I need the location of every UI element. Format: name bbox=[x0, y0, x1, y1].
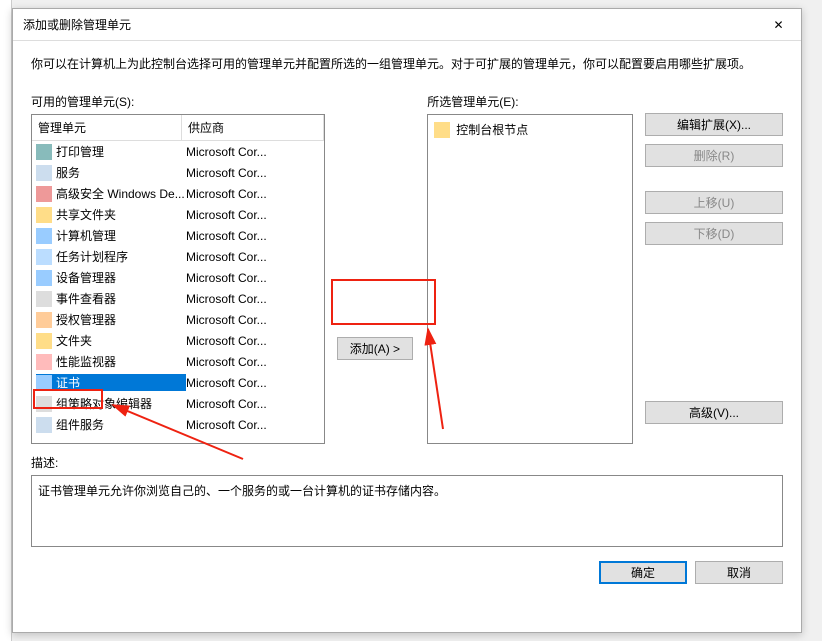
dialog-content: 你可以在计算机上为此控制台选择可用的管理单元并配置所选的一组管理单元。对于可扩展… bbox=[13, 41, 801, 596]
snapin-name: 服务 bbox=[56, 164, 80, 181]
snapin-icon bbox=[36, 249, 52, 265]
cancel-button[interactable]: 取消 bbox=[695, 561, 783, 584]
snapin-icon bbox=[36, 396, 52, 412]
ok-button[interactable]: 确定 bbox=[599, 561, 687, 584]
remove-button[interactable]: 删除(R) bbox=[645, 144, 783, 167]
snapin-name: 性能监视器 bbox=[56, 353, 116, 370]
move-up-button[interactable]: 上移(U) bbox=[645, 191, 783, 214]
description-box: 证书管理单元允许你浏览自己的、一个服务的或一台计算机的证书存储内容。 bbox=[31, 475, 783, 547]
move-down-button[interactable]: 下移(D) bbox=[645, 222, 783, 245]
list-item[interactable]: 授权管理器 Microsoft Cor... bbox=[32, 309, 324, 330]
snapin-icon bbox=[36, 354, 52, 370]
list-item[interactable]: 组件服务 Microsoft Cor... bbox=[32, 414, 324, 435]
list-item[interactable]: 打印管理 Microsoft Cor... bbox=[32, 141, 324, 162]
snapin-name: 高级安全 Windows De... bbox=[56, 185, 185, 202]
snapin-icon bbox=[36, 417, 52, 433]
snapin-icon bbox=[36, 207, 52, 223]
snapin-name: 共享文件夹 bbox=[56, 206, 116, 223]
snapin-vendor: Microsoft Cor... bbox=[186, 229, 324, 243]
snapin-icon bbox=[36, 144, 52, 160]
snapin-vendor: Microsoft Cor... bbox=[186, 355, 324, 369]
snapin-icon bbox=[36, 186, 52, 202]
snapin-vendor: Microsoft Cor... bbox=[186, 418, 324, 432]
snapin-name: 事件查看器 bbox=[56, 290, 116, 307]
list-item[interactable]: 性能监视器 Microsoft Cor... bbox=[32, 351, 324, 372]
snapin-vendor: Microsoft Cor... bbox=[186, 376, 324, 390]
close-icon: ✕ bbox=[773, 18, 783, 32]
selected-label: 所选管理单元(E): bbox=[427, 93, 633, 110]
close-button[interactable]: ✕ bbox=[756, 10, 801, 40]
snapin-name: 设备管理器 bbox=[56, 269, 116, 286]
list-item[interactable]: 组策略对象编辑器 Microsoft Cor... bbox=[32, 393, 324, 414]
list-rows[interactable]: 打印管理Microsoft Cor...服务Microsoft Cor...高级… bbox=[32, 141, 324, 444]
snapin-name: 证书 bbox=[56, 374, 80, 391]
snapin-vendor: Microsoft Cor... bbox=[186, 250, 324, 264]
col-header-vendor[interactable]: 供应商 bbox=[182, 115, 324, 140]
snapin-name: 打印管理 bbox=[56, 143, 104, 160]
edit-extensions-button[interactable]: 编辑扩展(X)... bbox=[645, 113, 783, 136]
tree-root-item[interactable]: 控制台根节点 bbox=[432, 119, 628, 140]
available-label: 可用的管理单元(S): bbox=[31, 93, 325, 110]
snapin-icon bbox=[36, 333, 52, 349]
list-item[interactable]: 事件查看器 Microsoft Cor... bbox=[32, 288, 324, 309]
selected-snapins-tree[interactable]: 控制台根节点 bbox=[427, 114, 633, 444]
snapin-vendor: Microsoft Cor... bbox=[186, 271, 324, 285]
snapin-name: 文件夹 bbox=[56, 332, 92, 349]
folder-icon bbox=[434, 122, 450, 138]
description-label: 描述: bbox=[31, 454, 783, 471]
add-button[interactable]: 添加(A) > bbox=[337, 337, 413, 360]
tree-root-label: 控制台根节点 bbox=[456, 121, 528, 138]
list-item[interactable]: 证书 Microsoft Cor... bbox=[32, 372, 324, 393]
snapin-vendor: Microsoft Cor... bbox=[186, 208, 324, 222]
snapin-icon bbox=[36, 165, 52, 181]
snapin-vendor: Microsoft Cor... bbox=[186, 334, 324, 348]
list-item[interactable]: 服务 Microsoft Cor... bbox=[32, 162, 324, 183]
snapin-name: 组策略对象编辑器 bbox=[56, 395, 152, 412]
list-item[interactable]: 任务计划程序 Microsoft Cor... bbox=[32, 246, 324, 267]
col-header-name[interactable]: 管理单元 bbox=[32, 115, 182, 140]
description-text: 证书管理单元允许你浏览自己的、一个服务的或一台计算机的证书存储内容。 bbox=[38, 484, 446, 498]
snapin-icon bbox=[36, 270, 52, 286]
snapin-vendor: Microsoft Cor... bbox=[186, 166, 324, 180]
snapin-icon bbox=[36, 228, 52, 244]
list-item[interactable]: 计算机管理 Microsoft Cor... bbox=[32, 225, 324, 246]
snapin-icon bbox=[36, 375, 52, 391]
snapin-name: 组件服务 bbox=[56, 416, 104, 433]
list-item[interactable]: 共享文件夹 Microsoft Cor... bbox=[32, 204, 324, 225]
snapin-vendor: Microsoft Cor... bbox=[186, 292, 324, 306]
snapin-icon bbox=[36, 291, 52, 307]
list-item[interactable]: 文件夹 Microsoft Cor... bbox=[32, 330, 324, 351]
snapin-vendor: Microsoft Cor... bbox=[186, 313, 324, 327]
list-header: 管理单元 供应商 bbox=[32, 115, 324, 141]
snapin-vendor: Microsoft Cor... bbox=[186, 397, 324, 411]
snapin-vendor: Microsoft Cor... bbox=[186, 145, 324, 159]
dialog-title: 添加或删除管理单元 bbox=[23, 16, 131, 33]
snapin-vendor: Microsoft Cor... bbox=[186, 187, 324, 201]
titlebar: 添加或删除管理单元 ✕ bbox=[13, 9, 801, 41]
snapin-name: 任务计划程序 bbox=[56, 248, 128, 265]
snapin-name: 授权管理器 bbox=[56, 311, 116, 328]
add-remove-snapin-dialog: 添加或删除管理单元 ✕ 你可以在计算机上为此控制台选择可用的管理单元并配置所选的… bbox=[12, 8, 802, 633]
snapin-icon bbox=[36, 312, 52, 328]
available-snapins-list[interactable]: 管理单元 供应商 打印管理 Microsoft Cor... 服务 Microsoft… bbox=[31, 114, 325, 444]
advanced-button[interactable]: 高级(V)... bbox=[645, 401, 783, 424]
list-item[interactable]: 设备管理器 Microsoft Cor... bbox=[32, 267, 324, 288]
intro-text: 你可以在计算机上为此控制台选择可用的管理单元并配置所选的一组管理单元。对于可扩展… bbox=[31, 55, 783, 73]
snapin-name: 计算机管理 bbox=[56, 227, 116, 244]
list-item[interactable]: 高级安全 Windows De...Microsoft Cor... bbox=[32, 183, 324, 204]
